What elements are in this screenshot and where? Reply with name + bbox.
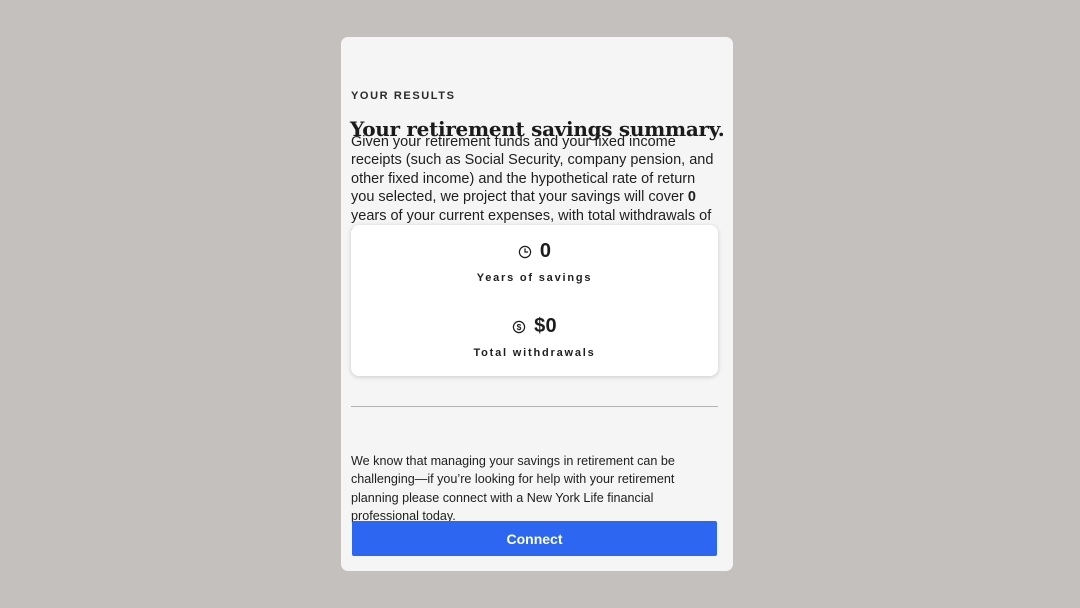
- summary-text-middle: years of your current expenses, with tot…: [351, 207, 712, 224]
- results-eyebrow: YOUR RESULTS: [351, 90, 456, 102]
- dollar-circle-icon: $: [512, 320, 526, 334]
- years-metric: 0 Years of savings: [351, 240, 718, 284]
- section-divider: [351, 406, 718, 407]
- connect-button[interactable]: Connect: [352, 521, 717, 556]
- help-text: We know that managing your savings in re…: [351, 453, 675, 524]
- years-value: 0: [539, 240, 552, 262]
- withdrawals-value: $0: [534, 315, 557, 337]
- metrics-panel: 0 Years of savings $ $0 Total withdrawal…: [351, 225, 718, 376]
- years-label: Years of savings: [476, 272, 593, 284]
- svg-text:$: $: [517, 322, 522, 332]
- withdrawals-metric: $ $0 Total withdrawals: [351, 315, 718, 359]
- results-card: YOUR RESULTS Your retirement savings sum…: [341, 37, 733, 571]
- clock-icon: [518, 245, 532, 259]
- summary-text-start: Given your retirement funds and your fix…: [351, 133, 714, 206]
- withdrawals-label: Total withdrawals: [473, 347, 596, 359]
- summary-years-value: 0: [687, 189, 696, 205]
